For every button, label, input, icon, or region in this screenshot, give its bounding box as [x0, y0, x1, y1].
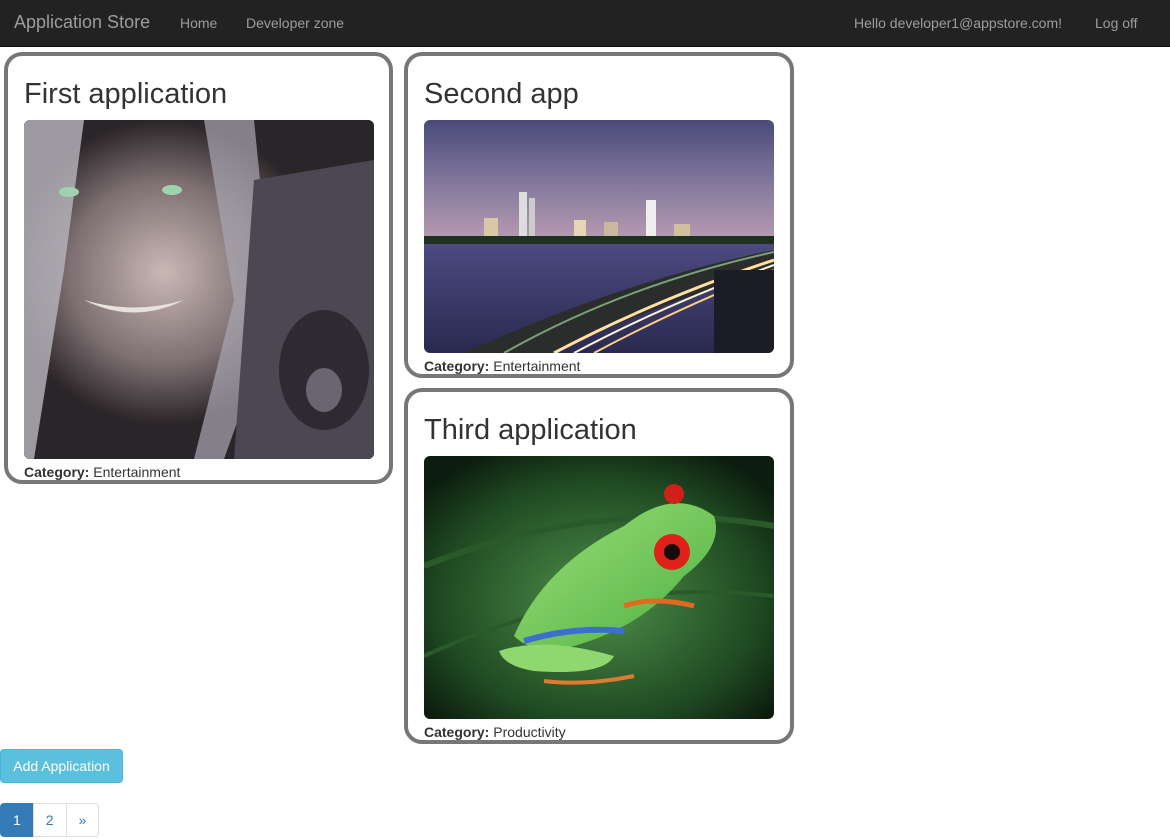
brand-link[interactable]: Application Store [14, 12, 150, 33]
user-greeting-link[interactable]: Hello developer1@appstore.com! [854, 15, 1062, 31]
app-card-third: Third application Category: Productivity [404, 388, 794, 744]
log-off-link[interactable]: Log off [1095, 15, 1138, 31]
app-card-first: First application Category: Entertainmen… [4, 52, 393, 484]
app-category: Category: Entertainment [24, 464, 180, 480]
warrior-portrait-image[interactable] [24, 120, 374, 459]
app-card-second: Second app Category: Entertainment [404, 52, 794, 378]
category-value: Entertainment [93, 464, 181, 480]
tree-frog-image[interactable] [424, 456, 774, 719]
category-label: Category: [24, 464, 90, 480]
next-page-link[interactable]: » [65, 803, 100, 837]
app-title: First application [24, 78, 228, 110]
nav-developer-zone-link[interactable]: Developer zone [246, 15, 344, 31]
page-2-link[interactable]: 2 [32, 803, 67, 837]
app-category: Category: Entertainment [424, 358, 580, 374]
pagination: 1 2 » [0, 803, 100, 837]
category-label: Category: [424, 358, 490, 374]
add-application-button[interactable]: Add Application [0, 749, 123, 783]
category-value: Entertainment [493, 358, 581, 374]
app-category: Category: Productivity [424, 724, 566, 740]
app-title: Second app [424, 78, 579, 110]
app-title: Third application [424, 414, 637, 446]
category-label: Category: [424, 724, 490, 740]
category-value: Productivity [493, 724, 566, 740]
page-1-link[interactable]: 1 [0, 803, 34, 837]
nav-home-link[interactable]: Home [180, 15, 217, 31]
top-navbar: Application Store Home Developer zone He… [0, 0, 1170, 47]
city-skyline-night-image[interactable] [424, 120, 774, 353]
